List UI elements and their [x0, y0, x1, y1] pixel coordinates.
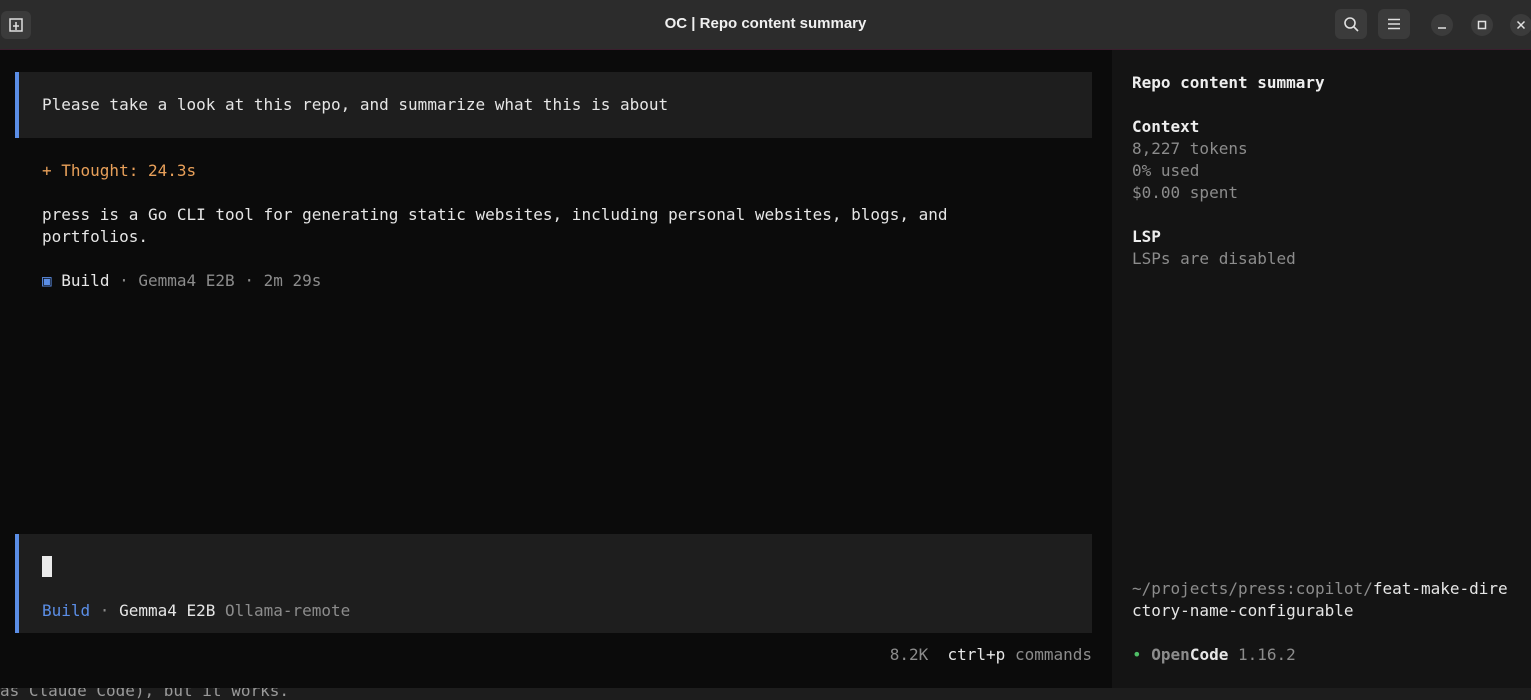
input-provider: Ollama-remote — [225, 601, 351, 620]
run-sep: · — [109, 271, 139, 290]
session-title: Repo content summary — [1132, 73, 1325, 92]
shortcut-key: ctrl+p — [947, 645, 1006, 664]
assistant-answer: press is a Go CLI tool for generating st… — [42, 205, 948, 246]
minimize-icon — [1438, 27, 1446, 29]
user-message-text: Please take a look at this repo, and sum… — [42, 95, 669, 114]
status-dot-icon: • — [1132, 645, 1142, 664]
app-name-code: Code — [1189, 645, 1229, 664]
input-agent[interactable]: Build — [42, 601, 90, 620]
thought-toggle[interactable]: + Thought: 24.3s — [42, 160, 196, 182]
prompt-input[interactable]: Build · Gemma4 E2B Ollama-remote — [15, 534, 1092, 633]
minimize-button[interactable] — [1431, 14, 1453, 36]
maximize-icon — [1477, 20, 1487, 30]
input-sep: · — [90, 601, 120, 620]
token-count: 8.2K — [889, 645, 929, 664]
title-bar: OC | Repo content summary — [0, 0, 1531, 50]
shortcut-label[interactable]: commands — [1015, 645, 1092, 664]
input-model[interactable]: Gemma4 E2B — [119, 601, 215, 620]
session-sidebar: Repo content summary Context 8,227 token… — [1112, 50, 1531, 688]
run-sep: · — [234, 271, 264, 290]
version-number: 1.16.2 — [1237, 645, 1296, 664]
run-meta: ▣ Build · Gemma4 E2B · 2m 29s — [42, 270, 321, 292]
close-icon — [1516, 20, 1526, 30]
search-button[interactable] — [1335, 9, 1367, 39]
hamburger-icon — [1388, 18, 1400, 30]
maximize-button[interactable] — [1471, 14, 1493, 36]
lsp-status: LSPs are disabled — [1132, 249, 1296, 268]
user-message: Please take a look at this repo, and sum… — [15, 72, 1092, 138]
run-agent: Build — [61, 271, 110, 290]
app-version: • OpenCode 1.16.2 — [1132, 644, 1296, 666]
window-title: OC | Repo content summary — [664, 15, 867, 32]
context-spent: $0.00 spent — [1132, 183, 1238, 202]
text-cursor — [42, 556, 52, 577]
project-path: ~/projects/press:copilot/feat-make-direc… — [1132, 578, 1512, 622]
search-icon — [1344, 17, 1359, 32]
footer-stats: 8.2K ctrl+p commands — [890, 644, 1092, 666]
conversation-pane: Please take a look at this repo, and sum… — [0, 50, 1112, 688]
input-meta: Build · Gemma4 E2B Ollama-remote — [42, 600, 350, 622]
context-heading: Context — [1132, 117, 1200, 136]
run-model: Gemma4 E2B — [138, 271, 235, 290]
app-name-open: Open — [1151, 645, 1190, 664]
build-square-icon: ▣ — [42, 271, 52, 290]
context-used: 0% used — [1132, 161, 1200, 180]
run-duration: 2m 29s — [263, 271, 322, 290]
lsp-heading: LSP — [1132, 227, 1161, 246]
close-button[interactable] — [1510, 14, 1531, 36]
menu-button[interactable] — [1378, 9, 1410, 39]
path-prefix: ~/projects/press:copilot/ — [1132, 579, 1373, 598]
context-tokens: 8,227 tokens — [1132, 139, 1248, 158]
